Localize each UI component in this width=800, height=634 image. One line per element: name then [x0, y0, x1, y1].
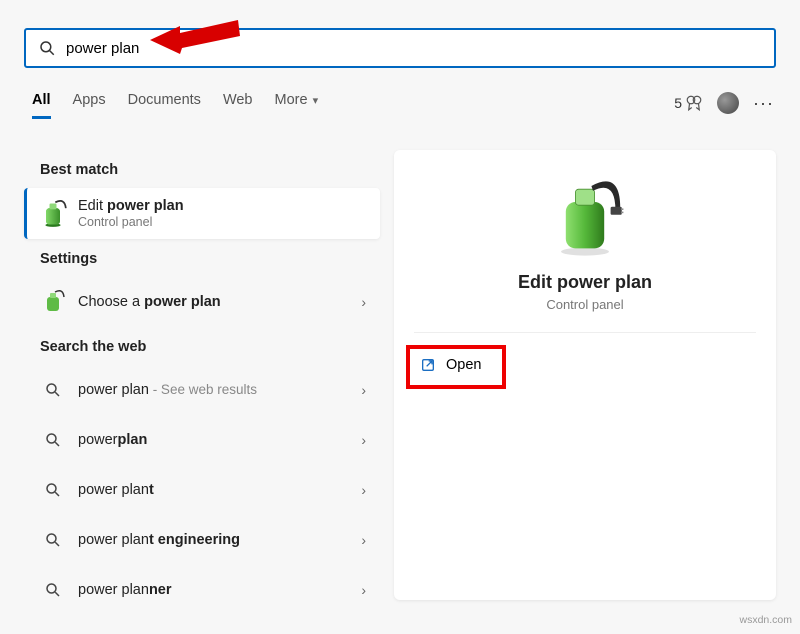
chevron-right-icon: ›: [361, 294, 366, 310]
user-avatar[interactable]: [717, 92, 739, 114]
result-label: power plan - See web results: [78, 382, 361, 398]
filter-tabs: All Apps Documents Web More ▾: [32, 92, 318, 119]
web-result[interactable]: power planner ›: [24, 565, 380, 615]
chevron-right-icon: ›: [361, 432, 366, 448]
search-icon: [44, 531, 62, 549]
web-result[interactable]: power plant ›: [24, 465, 380, 515]
result-label: Choose a power plan: [78, 294, 361, 310]
search-icon: [44, 381, 62, 399]
tab-web[interactable]: Web: [223, 92, 253, 119]
open-label: Open: [446, 357, 481, 373]
tab-documents[interactable]: Documents: [128, 92, 201, 119]
watermark: wsxdn.com: [739, 614, 792, 626]
search-icon: [44, 481, 62, 499]
detail-subtitle: Control panel: [408, 297, 762, 312]
result-label: power planner: [78, 582, 361, 598]
chevron-right-icon: ›: [361, 582, 366, 598]
result-choose-power-plan[interactable]: Choose a power plan ›: [24, 277, 380, 327]
power-plan-icon: [38, 287, 68, 317]
divider: [414, 332, 756, 333]
search-input[interactable]: [66, 40, 762, 57]
result-label: Edit power plan Control panel: [78, 198, 366, 229]
web-result[interactable]: power plan - See web results ›: [24, 365, 380, 415]
search-icon: [44, 431, 62, 449]
chevron-right-icon: ›: [361, 482, 366, 498]
tab-more[interactable]: More ▾: [275, 92, 319, 119]
chevron-right-icon: ›: [361, 532, 366, 548]
result-label: power plant engineering: [78, 532, 361, 548]
power-plan-large-icon: [545, 178, 625, 258]
section-settings: Settings: [40, 251, 364, 267]
chevron-down-icon: ▾: [310, 95, 319, 107]
power-plan-icon: [38, 199, 68, 229]
search-bar[interactable]: [24, 28, 776, 68]
more-options-button[interactable]: ···: [753, 93, 774, 114]
web-result[interactable]: powerplan ›: [24, 415, 380, 465]
result-label: power plant: [78, 482, 361, 498]
chevron-right-icon: ›: [361, 382, 366, 398]
rewards-badge[interactable]: 5: [674, 94, 703, 112]
search-icon: [38, 39, 56, 57]
rewards-count: 5: [674, 95, 682, 111]
tab-apps[interactable]: Apps: [73, 92, 106, 119]
open-button[interactable]: Open: [408, 349, 499, 381]
web-result[interactable]: power plant engineering ›: [24, 515, 380, 565]
result-edit-power-plan[interactable]: Edit power plan Control panel: [24, 188, 380, 239]
tab-all[interactable]: All: [32, 92, 51, 119]
medal-icon: [685, 94, 703, 112]
result-subtitle: Control panel: [78, 215, 366, 229]
section-search-web: Search the web: [40, 339, 364, 355]
search-icon: [44, 581, 62, 599]
detail-panel: Edit power plan Control panel Open: [394, 150, 776, 600]
result-label: powerplan: [78, 432, 361, 448]
top-right-controls: 5 ···: [674, 92, 774, 114]
detail-title: Edit power plan: [408, 272, 762, 293]
section-best-match: Best match: [40, 162, 364, 178]
open-external-icon: [420, 357, 436, 373]
results-column: Best match Edit power plan Control panel…: [24, 150, 380, 615]
